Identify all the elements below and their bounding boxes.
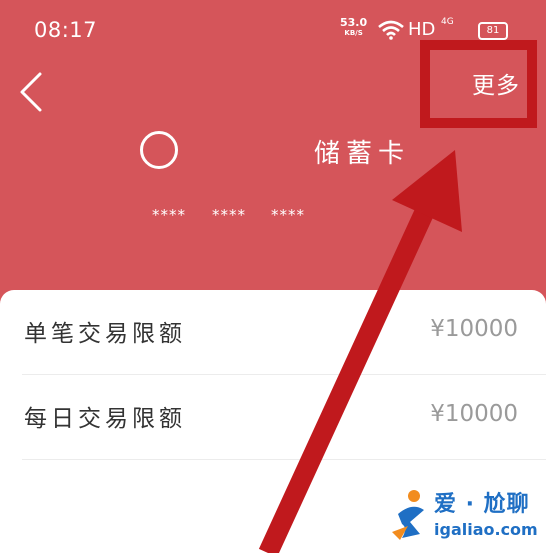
card-type-label: 储蓄卡 (314, 139, 411, 169)
status-time: 08:17 (34, 18, 98, 42)
card-number-group: **** (152, 206, 186, 224)
network-speed: 53.0 KB/S (340, 17, 367, 38)
battery-icon: 81 (478, 22, 508, 40)
watermark-logo-icon (392, 490, 424, 540)
watermark-url: igaliao.com (434, 520, 538, 539)
hd-indicator: HD (408, 19, 436, 40)
card-number-group: **** (271, 206, 305, 224)
limit-label: 每日交易限额 (24, 406, 186, 432)
more-button[interactable]: 更多 (472, 66, 520, 100)
signal-icon: 4G (441, 17, 454, 27)
back-arrow-icon[interactable] (16, 70, 46, 114)
limit-row-single[interactable]: 单笔交易限额 ¥10000 (0, 290, 546, 374)
watermark: 爱 · 尬聊 igaliao.com (390, 486, 540, 546)
limit-row-daily[interactable]: 每日交易限额 ¥10000 (0, 375, 546, 459)
wifi-icon (378, 20, 404, 40)
watermark-brand: 爱 · 尬聊 (434, 492, 530, 517)
network-speed-unit: KB/S (344, 29, 363, 37)
limit-label: 单笔交易限额 (24, 321, 186, 347)
limit-value: ¥10000 (430, 401, 518, 427)
card-number-group: **** (212, 206, 246, 224)
bank-logo-icon (140, 131, 178, 169)
divider (22, 459, 546, 460)
limit-value: ¥10000 (430, 316, 518, 342)
card-header: 08:17 53.0 KB/S HD 4G 81 更多 储蓄卡 **** ***… (0, 0, 546, 300)
